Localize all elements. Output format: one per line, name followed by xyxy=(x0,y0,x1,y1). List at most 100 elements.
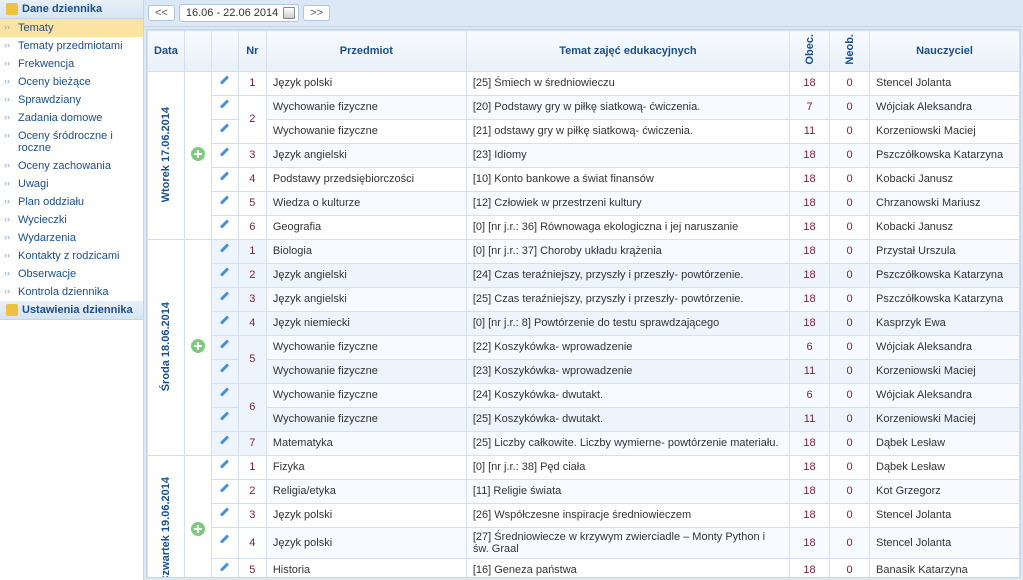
sidebar-item[interactable]: Obserwacje xyxy=(0,265,143,283)
obec-cell: 18 xyxy=(790,167,830,191)
pencil-icon[interactable] xyxy=(218,534,232,548)
add-lesson-cell[interactable] xyxy=(184,455,211,578)
sidebar-item[interactable]: Oceny bieżące xyxy=(0,73,143,91)
edit-cell[interactable] xyxy=(211,119,238,143)
sidebar-item[interactable]: Sprawdziany xyxy=(0,91,143,109)
edit-cell[interactable] xyxy=(211,383,238,407)
topic-cell: [20] Podstawy gry w piłkę siatkową- ćwic… xyxy=(466,95,789,119)
edit-cell[interactable] xyxy=(211,287,238,311)
sidebar-item[interactable]: Wydarzenia xyxy=(0,229,143,247)
obec-cell: 18 xyxy=(790,503,830,527)
pencil-icon[interactable] xyxy=(218,562,232,576)
obec-cell: 18 xyxy=(790,239,830,263)
pencil-icon[interactable] xyxy=(218,339,232,353)
teacher-cell: Korzeniowski Maciej xyxy=(870,359,1020,383)
pencil-icon[interactable] xyxy=(218,243,232,257)
edit-cell[interactable] xyxy=(211,191,238,215)
lesson-nr: 1 xyxy=(238,71,266,95)
edit-cell[interactable] xyxy=(211,558,238,578)
edit-cell[interactable] xyxy=(211,431,238,455)
pencil-icon[interactable] xyxy=(218,435,232,449)
topic-cell: [26] Współczesne inspiracje średniowiecz… xyxy=(466,503,789,527)
pencil-icon[interactable] xyxy=(218,75,232,89)
day-cell: Środa 18.06.2014 xyxy=(148,239,185,455)
pencil-icon[interactable] xyxy=(218,387,232,401)
sidebar-item[interactable]: Frekwencja xyxy=(0,55,143,73)
prev-week-button[interactable]: << xyxy=(148,5,175,21)
lesson-nr: 6 xyxy=(238,383,266,431)
obec-cell: 18 xyxy=(790,71,830,95)
teacher-cell: Pszczółkowska Katarzyna xyxy=(870,143,1020,167)
pencil-icon[interactable] xyxy=(218,483,232,497)
topic-cell: [23] Idiomy xyxy=(466,143,789,167)
sidebar-item[interactable]: Kontrola dziennika xyxy=(0,283,143,301)
edit-cell[interactable] xyxy=(211,263,238,287)
edit-cell[interactable] xyxy=(211,239,238,263)
pencil-icon[interactable] xyxy=(218,219,232,233)
sidebar-item[interactable]: Tematy przedmiotami xyxy=(0,37,143,55)
lesson-nr: 5 xyxy=(238,191,266,215)
sidebar-item[interactable]: Oceny śródroczne i roczne xyxy=(0,127,143,157)
edit-cell[interactable] xyxy=(211,503,238,527)
sidebar-item[interactable]: Zadania domowe xyxy=(0,109,143,127)
neob-cell: 0 xyxy=(830,431,870,455)
col-neob: Neob. xyxy=(830,31,870,72)
teacher-cell: Stencel Jolanta xyxy=(870,503,1020,527)
neob-cell: 0 xyxy=(830,527,870,558)
sidebar-item[interactable]: Wycieczki xyxy=(0,211,143,229)
add-lesson-cell[interactable] xyxy=(184,239,211,455)
pencil-icon[interactable] xyxy=(218,267,232,281)
pencil-icon[interactable] xyxy=(218,363,232,377)
topic-cell: [27] Średniowiecze w krzywym zwierciadle… xyxy=(466,527,789,558)
plus-icon[interactable] xyxy=(191,147,205,161)
sidebar-item[interactable]: Uwagi xyxy=(0,175,143,193)
edit-cell[interactable] xyxy=(211,95,238,119)
plus-icon[interactable] xyxy=(191,522,205,536)
pencil-icon[interactable] xyxy=(218,315,232,329)
pencil-icon[interactable] xyxy=(218,195,232,209)
edit-cell[interactable] xyxy=(211,527,238,558)
date-range-field[interactable]: 16.06 - 22.06 2014 xyxy=(179,4,299,22)
topic-cell: [0] [nr j.r.: 38] Pęd ciała xyxy=(466,455,789,479)
next-week-button[interactable]: >> xyxy=(303,5,330,21)
edit-cell[interactable] xyxy=(211,455,238,479)
pencil-icon[interactable] xyxy=(218,411,232,425)
pencil-icon[interactable] xyxy=(218,171,232,185)
obec-cell: 18 xyxy=(790,215,830,239)
edit-cell[interactable] xyxy=(211,311,238,335)
obec-cell: 11 xyxy=(790,407,830,431)
pencil-icon[interactable] xyxy=(218,99,232,113)
edit-cell[interactable] xyxy=(211,215,238,239)
plus-icon[interactable] xyxy=(191,339,205,353)
col-add xyxy=(184,31,211,72)
day-label: Wtorek 17.06.2014 xyxy=(160,107,172,202)
sidebar-item[interactable]: Oceny zachowania xyxy=(0,157,143,175)
teacher-cell: Korzeniowski Maciej xyxy=(870,407,1020,431)
edit-cell[interactable] xyxy=(211,143,238,167)
subject-cell: Fizyka xyxy=(266,455,466,479)
sidebar-item[interactable]: Kontakty z rodzicami xyxy=(0,247,143,265)
pencil-icon[interactable] xyxy=(218,459,232,473)
add-lesson-cell[interactable] xyxy=(184,71,211,239)
obec-cell: 18 xyxy=(790,263,830,287)
edit-cell[interactable] xyxy=(211,407,238,431)
edit-cell[interactable] xyxy=(211,479,238,503)
toolbar: << 16.06 - 22.06 2014 >> xyxy=(144,0,1023,27)
obec-cell: 18 xyxy=(790,287,830,311)
sidebar-item[interactable]: Tematy xyxy=(0,19,143,37)
edit-cell[interactable] xyxy=(211,71,238,95)
sidebar-item[interactable]: Plan oddziału xyxy=(0,193,143,211)
pencil-icon[interactable] xyxy=(218,147,232,161)
edit-cell[interactable] xyxy=(211,335,238,359)
edit-cell[interactable] xyxy=(211,167,238,191)
pencil-icon[interactable] xyxy=(218,507,232,521)
edit-cell[interactable] xyxy=(211,359,238,383)
neob-cell: 0 xyxy=(830,143,870,167)
neob-cell: 0 xyxy=(830,503,870,527)
calendar-icon[interactable] xyxy=(283,7,295,19)
pencil-icon[interactable] xyxy=(218,123,232,137)
sidebar-section-header: Dane dziennika xyxy=(0,0,143,19)
topic-cell: [12] Człowiek w przestrzeni kultury xyxy=(466,191,789,215)
lesson-nr: 3 xyxy=(238,287,266,311)
pencil-icon[interactable] xyxy=(218,291,232,305)
